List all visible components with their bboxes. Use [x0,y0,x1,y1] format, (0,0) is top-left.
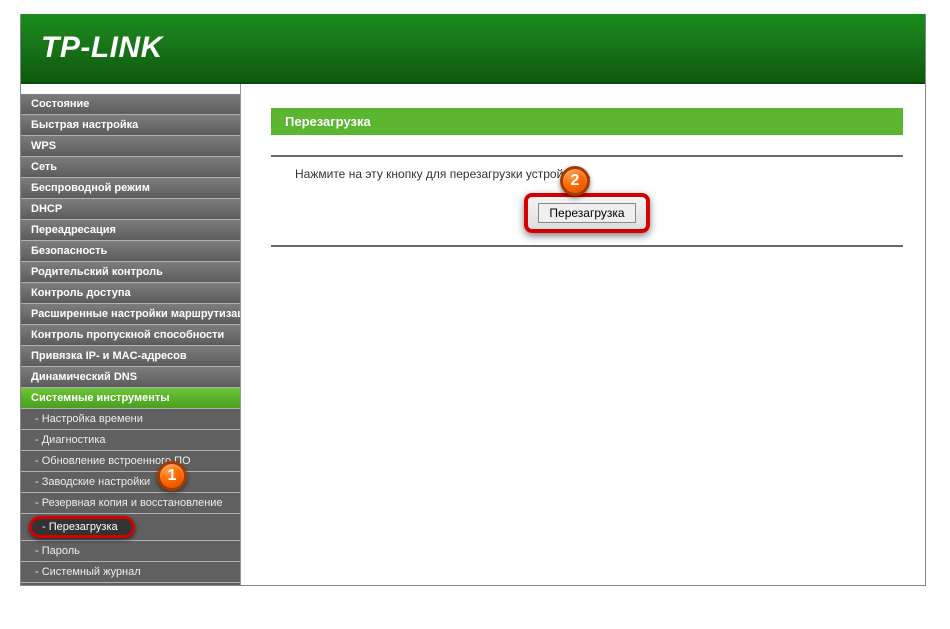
sidebar-item[interactable]: WPS [21,136,240,157]
sidebar-item-label: - Перезагрузка [29,516,135,538]
button-row: Перезагрузка [271,189,903,247]
sidebar-item[interactable]: - Диагностика [21,430,240,451]
sidebar-item[interactable]: - Резервная копия и восстановление [21,493,240,514]
sidebar-item[interactable]: Безопасность [21,241,240,262]
sidebar-item[interactable]: Родительский контроль [21,262,240,283]
sidebar-item[interactable]: DHCP [21,199,240,220]
sidebar-item[interactable]: Динамический DNS [21,367,240,388]
sidebar-item[interactable]: Контроль доступа [21,283,240,304]
reboot-button[interactable]: Перезагрузка [538,203,635,223]
sidebar-nav: СостояниеБыстрая настройкаWPSСетьБеспров… [21,84,241,585]
sidebar-item[interactable]: Контроль пропускной способности [21,325,240,346]
sidebar-item[interactable]: Переадресация [21,220,240,241]
sidebar-item[interactable]: Состояние [21,94,240,115]
callout-badge-2: 2 [560,166,590,196]
divider [271,135,903,157]
reboot-button-highlight: Перезагрузка [524,193,649,233]
sidebar-item[interactable]: Системные инструменты [21,388,240,409]
page-title: Перезагрузка [271,108,903,135]
sidebar-item[interactable]: - Пароль [21,541,240,562]
header-bar: TP-LINK [21,14,925,84]
sidebar-item[interactable]: Сеть [21,157,240,178]
sidebar-item[interactable]: Беспроводной режим [21,178,240,199]
body-row: СостояниеБыстрая настройкаWPSСетьБеспров… [21,84,925,585]
content-area: Перезагрузка Нажмите на эту кнопку для п… [241,84,925,585]
brand-logo: TP-LINK [41,31,163,65]
sidebar-item[interactable]: - Статистика [21,583,240,585]
sidebar-item[interactable]: Быстрая настройка [21,115,240,136]
sidebar-item[interactable]: Привязка IP- и MAC-адресов [21,346,240,367]
callout-badge-1: 1 [157,461,187,491]
sidebar-item[interactable]: - Настройка времени [21,409,240,430]
sidebar-item[interactable]: - Системный журнал [21,562,240,583]
sidebar-item[interactable]: - Обновление встроенного ПО [21,451,240,472]
sidebar-item[interactable]: - Заводские настройки [21,472,240,493]
app-frame: TP-LINK СостояниеБыстрая настройкаWPSСет… [20,14,926,586]
sidebar-item-reboot[interactable]: - Перезагрузка [21,514,240,541]
sidebar-item[interactable]: Расширенные настройки маршрутизации [21,304,240,325]
